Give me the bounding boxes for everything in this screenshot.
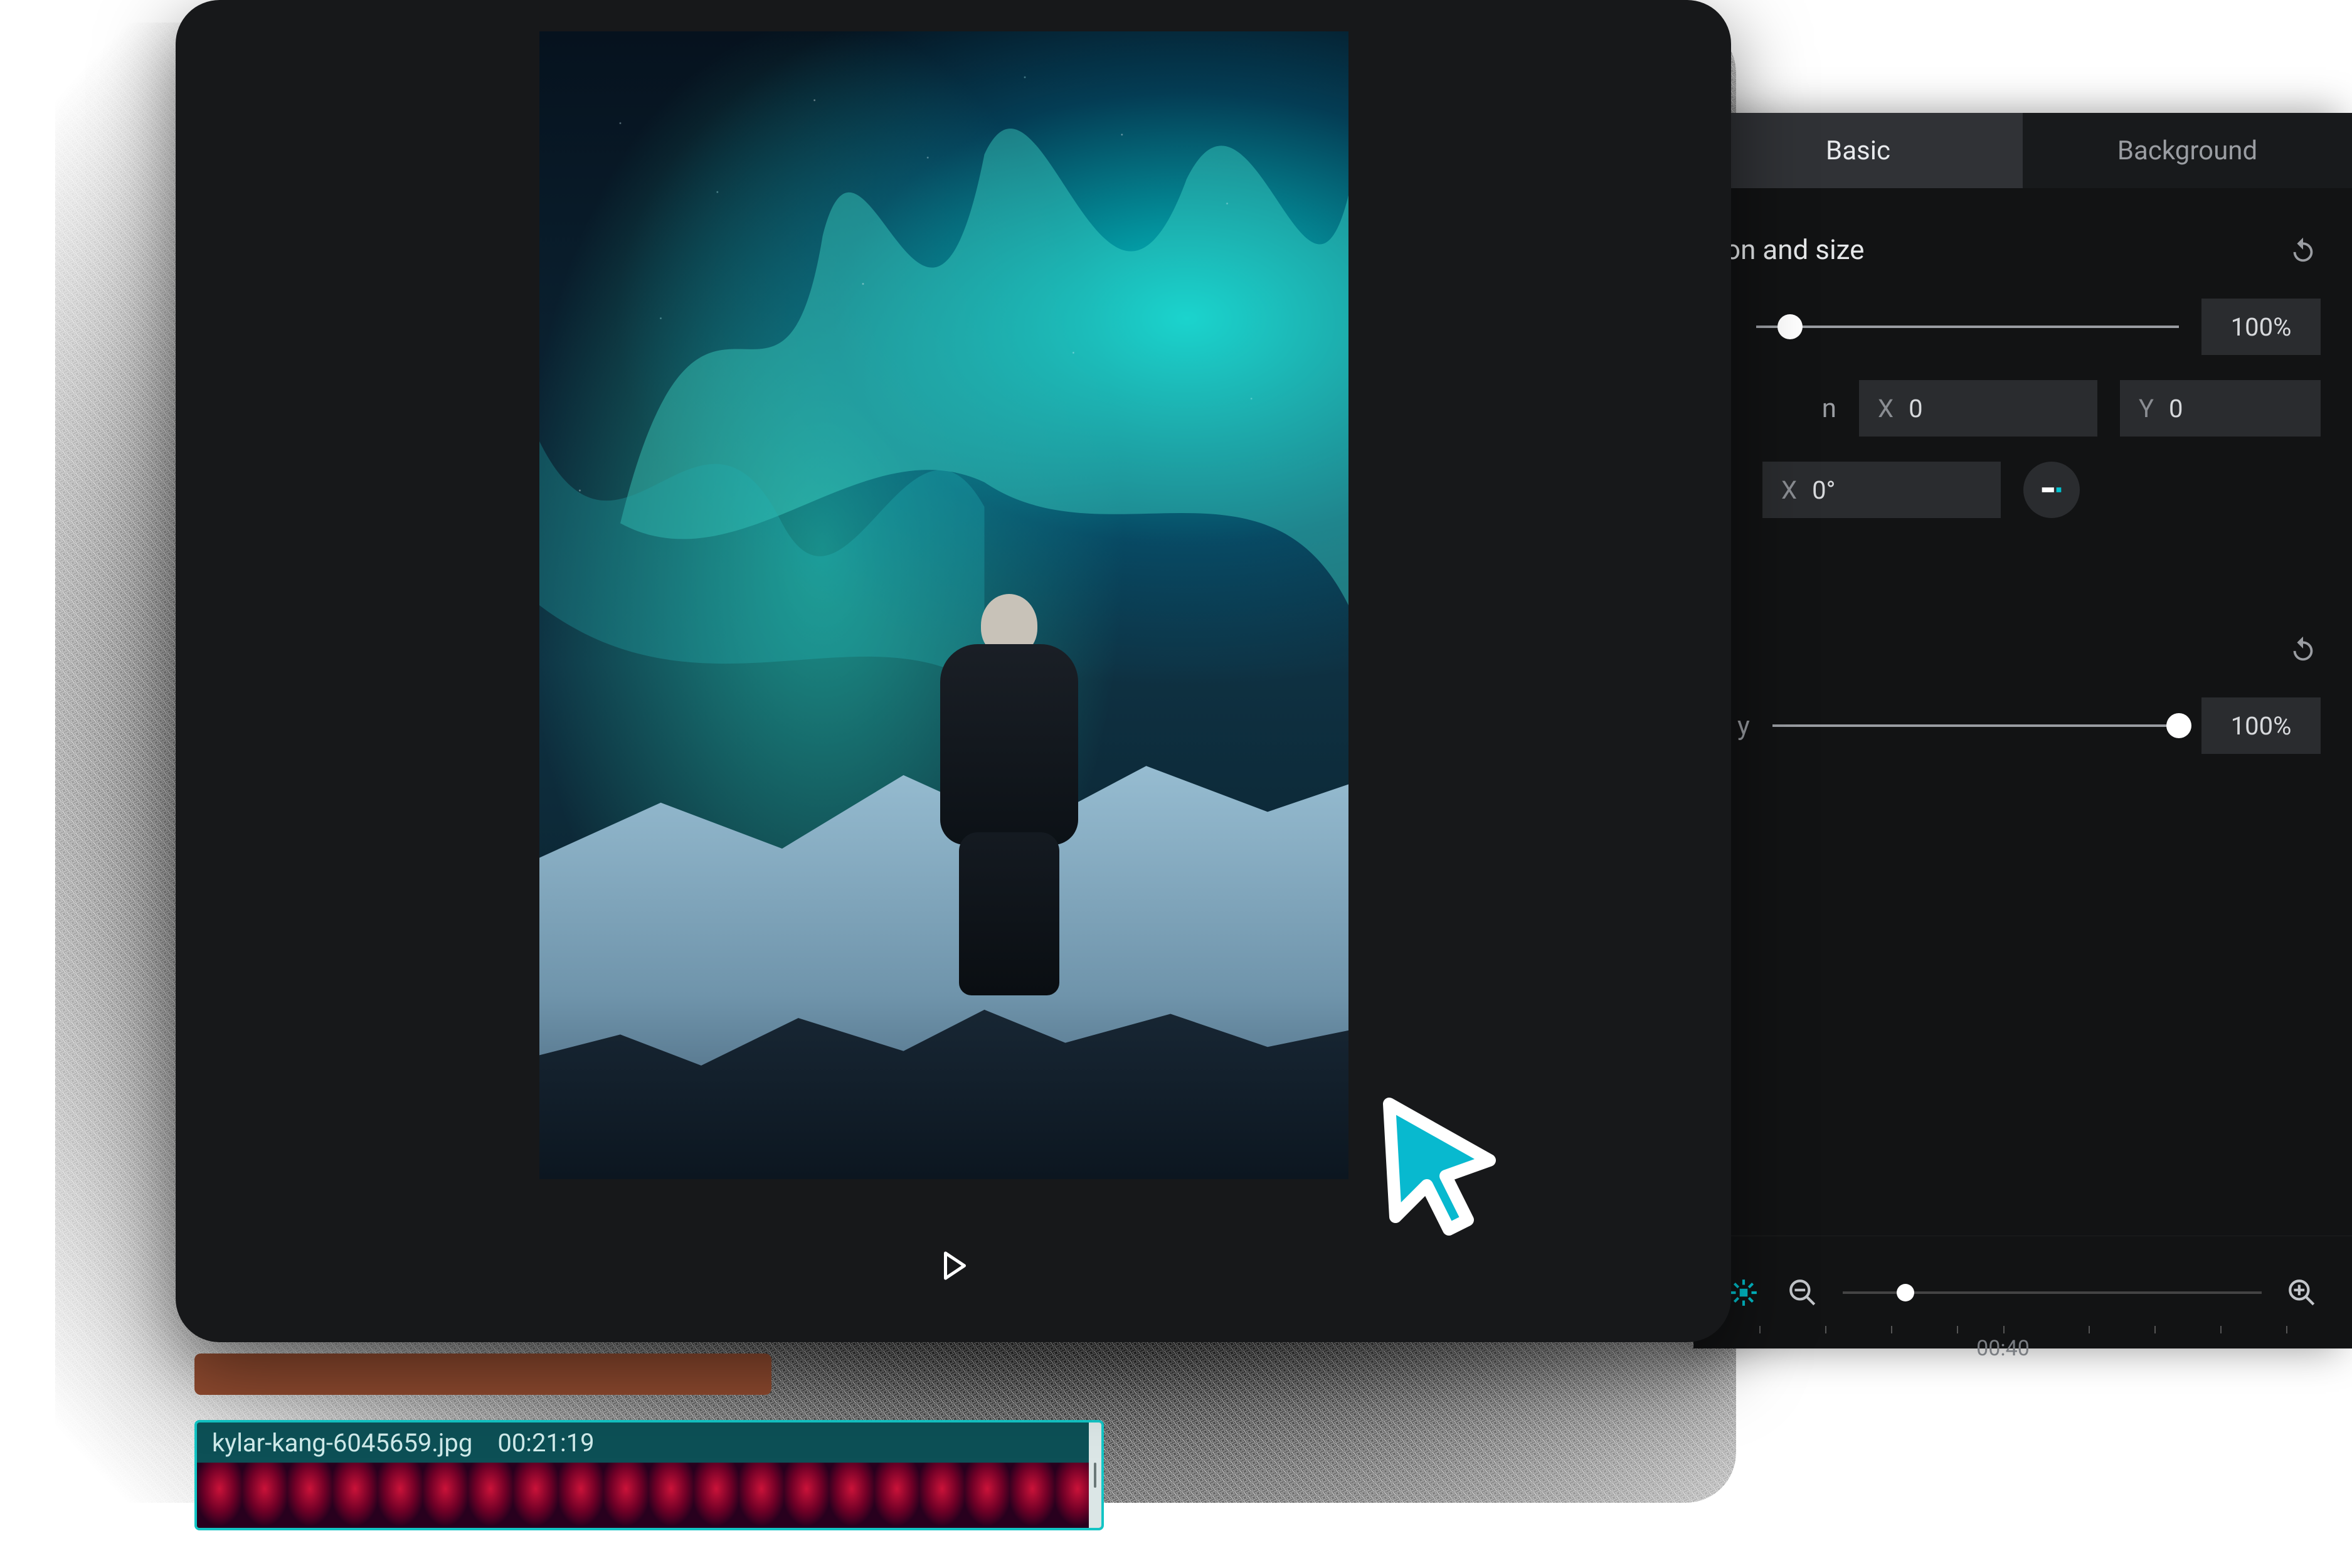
- reset-position-size-button[interactable]: [2286, 232, 2321, 267]
- position-row-label-fragment: n: [1822, 380, 1836, 437]
- timeline-clip-right-handle[interactable]: [1089, 1422, 1101, 1528]
- timeline-clip[interactable]: kylar-kang-6045659.jpg 00:21:19: [194, 1420, 1104, 1530]
- timeline: kylar-kang-6045659.jpg 00:21:19: [188, 1353, 2352, 1530]
- opacity-value-field[interactable]: 100%: [2201, 697, 2321, 754]
- timeline-ruler: 00:40: [1693, 1326, 2352, 1351]
- opacity-slider-thumb[interactable]: [2166, 713, 2191, 738]
- rotation-value: 0°: [1812, 475, 1835, 505]
- timeline-clip-filename: kylar-kang-6045659.jpg: [212, 1428, 472, 1458]
- opacity-row: y 100%: [1693, 685, 2352, 766]
- opacity-slider[interactable]: [1772, 724, 2179, 727]
- timeline-clip-duration: 00:21:19: [497, 1428, 594, 1458]
- timeline-clip-header: kylar-kang-6045659.jpg 00:21:19: [197, 1422, 1101, 1463]
- overlay-cursor-icon: [1361, 1085, 1518, 1242]
- zoom-slider[interactable]: [1843, 1291, 2262, 1294]
- zoom-out-button[interactable]: [1784, 1274, 1821, 1311]
- scale-row: 100%: [1693, 286, 2352, 368]
- preview-canvas[interactable]: [539, 31, 1348, 1179]
- timeline-track-audio[interactable]: [194, 1353, 771, 1395]
- scale-slider-thumb[interactable]: [1777, 314, 1803, 339]
- rotation-row: X 0°: [1693, 449, 2352, 531]
- position-xy-row: n X 0 Y 0: [1693, 368, 2352, 449]
- tab-basic[interactable]: Basic: [1693, 113, 2023, 188]
- play-icon: [935, 1247, 972, 1285]
- inspector-panel: Basic Background on and size 100% n X 0 …: [1693, 113, 2352, 1348]
- zoom-in-icon: [2286, 1277, 2318, 1308]
- position-x-value: 0: [1909, 394, 1922, 423]
- position-y-field[interactable]: Y 0: [2120, 380, 2321, 437]
- rotation-field[interactable]: X 0°: [1762, 462, 2001, 518]
- tab-background[interactable]: Background: [2023, 113, 2352, 188]
- zoom-slider-thumb[interactable]: [1897, 1284, 1914, 1301]
- opacity-value: 100%: [2231, 711, 2292, 741]
- section-opacity: [1693, 606, 2352, 685]
- section-position-size-title: on and size: [1725, 233, 1865, 266]
- scale-value: 100%: [2231, 312, 2292, 342]
- rotation-label: X: [1781, 475, 1797, 505]
- timeline-clip-thumbnails: [197, 1463, 1101, 1528]
- position-x-label: X: [1878, 394, 1894, 423]
- section-position-size: on and size: [1693, 207, 2352, 286]
- inspector-tabs: Basic Background: [1693, 113, 2352, 188]
- tab-basic-label: Basic: [1826, 135, 1890, 166]
- snap-icon: [1728, 1277, 1759, 1308]
- flip-button[interactable]: [2023, 462, 2080, 518]
- ruler-label-0040: 00:40: [1976, 1336, 2030, 1361]
- zoom-out-icon: [1787, 1277, 1818, 1308]
- tab-background-label: Background: [2117, 135, 2257, 166]
- position-x-field[interactable]: X 0: [1859, 380, 2097, 437]
- flip-icon: [2037, 475, 2066, 504]
- scale-value-field[interactable]: 100%: [2201, 299, 2321, 355]
- reset-icon: [2289, 634, 2318, 663]
- position-y-value: 0: [2169, 394, 2183, 423]
- inspector-footer: 00:40: [1693, 1236, 2352, 1348]
- play-button[interactable]: [933, 1246, 973, 1286]
- position-y-label: Y: [2139, 394, 2154, 423]
- preview-image-person: [928, 594, 1091, 995]
- reset-opacity-button[interactable]: [2286, 631, 2321, 666]
- scale-slider[interactable]: [1756, 326, 2179, 328]
- zoom-in-button[interactable]: [2283, 1274, 2321, 1311]
- opacity-row-label-fragment: y: [1737, 711, 1750, 741]
- reset-icon: [2289, 235, 2318, 264]
